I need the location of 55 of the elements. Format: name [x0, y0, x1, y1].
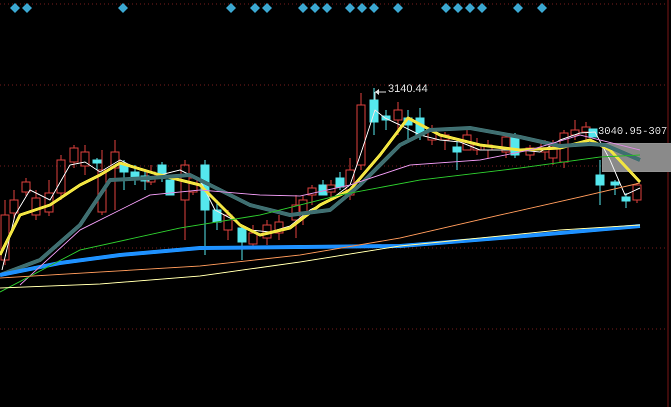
- diamond-marker: [537, 3, 547, 13]
- diamond-marker: [298, 3, 308, 13]
- candlestick: [622, 192, 630, 208]
- candlestick: [262, 220, 272, 246]
- candlestick: [56, 154, 66, 200]
- candlestick: [292, 194, 300, 238]
- diamond-marker: [441, 3, 451, 13]
- candlestick: [146, 164, 156, 186]
- candlestick: [70, 144, 78, 168]
- diamond-marker: [310, 3, 320, 13]
- diamond-marker: [22, 3, 32, 13]
- diamond-marker: [369, 3, 379, 13]
- diamond-marker: [322, 3, 332, 13]
- candlestick: [274, 214, 284, 240]
- candlestick: [502, 134, 510, 158]
- candlestick: [548, 140, 558, 166]
- diamond-marker: [453, 3, 463, 13]
- candlestick: [560, 130, 568, 168]
- diamond-marker: [10, 3, 20, 13]
- candlestick: [610, 180, 620, 196]
- diamond-marker: [250, 3, 260, 13]
- diamond-marker: [262, 3, 272, 13]
- candlestick: [526, 144, 534, 160]
- candlestick: [44, 180, 54, 216]
- candlestick: [428, 124, 436, 146]
- candlestick: [140, 170, 150, 190]
- candlestick: [80, 144, 90, 176]
- diamond-marker: [357, 3, 367, 13]
- diamond-marker: [513, 3, 523, 13]
- candlestick: [394, 102, 402, 136]
- candlestick: [238, 224, 246, 260]
- candlestick: [370, 88, 378, 136]
- candlestick: [440, 132, 450, 150]
- candlestick: [326, 180, 336, 198]
- diamond-marker: [345, 3, 355, 13]
- candlestick: [130, 164, 140, 186]
- price-readout: 3040.95-307: [598, 127, 668, 138]
- candlestick: [158, 162, 166, 182]
- candlestick: [166, 180, 174, 196]
- candlestick: [404, 110, 412, 140]
- high-price-label: 3140.44: [388, 84, 428, 95]
- diamond-marker: [477, 3, 487, 13]
- diamond-marker: [465, 3, 475, 13]
- diamond-marker: [393, 3, 403, 13]
- candlestick: [318, 180, 328, 196]
- candlestick: [382, 110, 390, 130]
- candlestick: [484, 140, 492, 158]
- pointer-arrow: [374, 89, 386, 100]
- diamond-marker: [118, 3, 128, 13]
- candlestick: [632, 182, 642, 204]
- candlestick: [472, 138, 482, 156]
- candlestick: [570, 120, 580, 140]
- candlestick: [416, 108, 424, 140]
- candlestick: [596, 160, 604, 206]
- diamond-marker: [226, 3, 236, 13]
